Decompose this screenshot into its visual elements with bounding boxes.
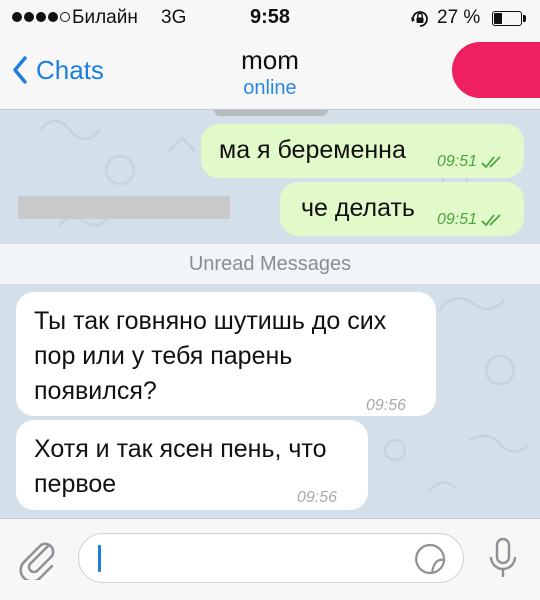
battery-percent: 27 % [437, 7, 481, 28]
orientation-lock-icon [411, 11, 428, 27]
microphone-icon[interactable] [488, 537, 518, 583]
avatar[interactable] [452, 42, 540, 98]
compose-bar [0, 518, 540, 600]
battery-tip [523, 15, 526, 22]
message-text-line: Хотя и так ясен пень, что [34, 435, 327, 463]
message-incoming[interactable]: Ты так говняно шутишь до сих пор или у т… [16, 292, 436, 416]
double-check-icon [481, 213, 501, 226]
message-text-line: первое [34, 470, 117, 498]
status-bar: Билайн 3G 9:58 27 % [0, 0, 540, 36]
double-check-icon [481, 155, 501, 168]
message-meta: 09:51 [437, 144, 503, 179]
sticker-icon[interactable] [414, 543, 446, 575]
message-time: 09:51 [437, 211, 478, 228]
message-text: че делать [301, 194, 415, 222]
message-time: 09:56 [366, 397, 407, 414]
message-text: ма я беременна [219, 136, 406, 164]
message-text-line: появился? [34, 377, 157, 405]
text-caret [98, 545, 101, 572]
chat-header: Chats mom online [0, 36, 540, 110]
message-outgoing[interactable]: ма я беременна 09:51 [201, 124, 524, 178]
message-list[interactable]: ма я беременна 09:51 че делать 09:51 Unr… [0, 110, 540, 518]
message-incoming[interactable]: Хотя и так ясен пень, что первое 09:56 [16, 420, 368, 510]
message-input[interactable] [78, 533, 464, 583]
message-time: 09:51 [437, 153, 478, 170]
unread-divider: Unread Messages [0, 244, 540, 284]
redacted-text [18, 196, 230, 219]
battery-icon [492, 11, 522, 26]
message-meta: 09:51 [437, 202, 503, 237]
message-text-line: пор или у тебя парень [34, 342, 293, 370]
message-text-line: Ты так говняно шутишь до сих [34, 307, 387, 335]
paperclip-icon[interactable] [18, 538, 58, 580]
message-time: 09:56 [297, 489, 338, 506]
message-outgoing[interactable]: че делать 09:51 [280, 182, 524, 236]
scroll-indicator [214, 110, 328, 116]
